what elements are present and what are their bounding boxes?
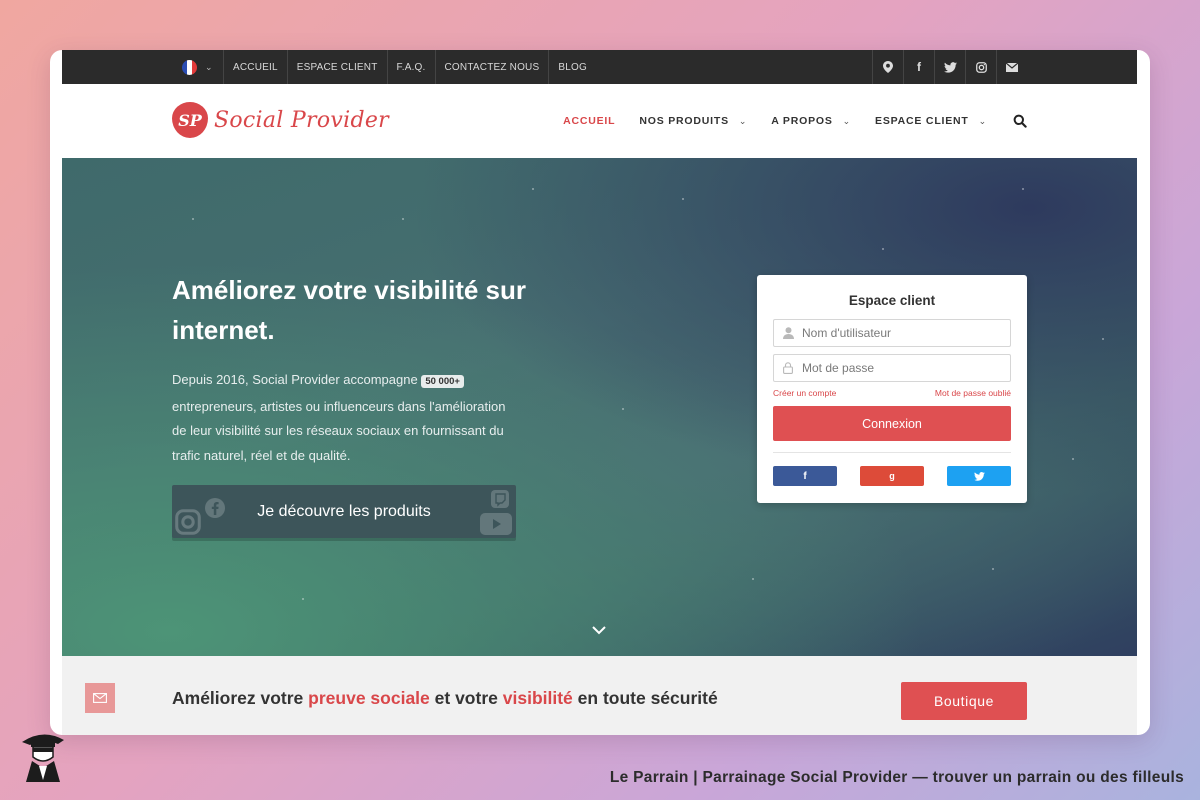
promo-message: Améliorez votre preuve sociale et votre … (172, 688, 718, 709)
france-flag-icon (182, 59, 197, 75)
password-field[interactable] (773, 354, 1011, 382)
hero-title: Améliorez votre visibilité sur internet. (172, 275, 527, 345)
toplink-accueil[interactable]: ACCUEIL (224, 50, 288, 84)
google-login-button[interactable]: g (860, 466, 924, 486)
chevron-down-icon: ⌄ (205, 61, 213, 72)
lock-icon (774, 362, 802, 374)
credit-text: Le Parrain | Parrainage Social Provider … (609, 769, 1184, 786)
promo-part1: Améliorez votre (172, 688, 304, 708)
hero-text-after: entrepreneurs, artistes ou influenceurs … (172, 398, 506, 463)
twitch-deco-icon (491, 490, 509, 508)
login-links: Créer un compte Mot de passe oublié (773, 388, 1011, 398)
cta-label: Je découvre les produits (257, 502, 431, 520)
brand-name: Social Provider (214, 107, 389, 133)
forgot-password-link[interactable]: Mot de passe oublié (935, 388, 1011, 398)
browser-window: ⌄ ACCUEIL ESPACE CLIENT F.A.Q. CONTACTEZ… (50, 50, 1150, 735)
chevron-down-icon: ⌄ (842, 115, 852, 126)
login-title: Espace client (848, 293, 936, 308)
nav-label: ESPACE CLIENT (875, 115, 969, 127)
site-header: SP Social Provider ACCUEIL NOS PRODUITS … (62, 84, 1137, 158)
instagram-deco-icon (175, 509, 201, 535)
login-divider (773, 452, 1011, 453)
toplink-blog[interactable]: BLOG (549, 50, 596, 84)
hero-section: Améliorez votre visibilité sur internet.… (62, 158, 1137, 656)
location-icon[interactable] (872, 50, 903, 84)
gangster-mascot-icon (22, 734, 64, 782)
chevron-down-icon[interactable] (591, 624, 607, 636)
promo-strip: Améliorez votre preuve sociale et votre … (62, 656, 1137, 735)
twitter-login-button[interactable] (947, 466, 1011, 486)
nav-item-espace-client[interactable]: ESPACE CLIENT ⌄ (875, 115, 987, 127)
mail-icon[interactable] (996, 50, 1027, 84)
nav-item-a-propos[interactable]: A PROPOS ⌄ (771, 115, 851, 127)
facebook-icon[interactable]: f (903, 50, 934, 84)
nav-label: NOS PRODUITS (639, 115, 729, 127)
nav-item-nos-produits[interactable]: NOS PRODUITS ⌄ (639, 115, 747, 127)
page-content: ⌄ ACCUEIL ESPACE CLIENT F.A.Q. CONTACTEZ… (62, 50, 1137, 735)
chevron-down-icon: ⌄ (978, 115, 987, 126)
hero-description: Depuis 2016, Social Provider accompagne … (172, 368, 522, 468)
discover-products-button[interactable]: Je découvre les produits (172, 485, 516, 538)
connexion-button[interactable]: Connexion (773, 406, 1011, 441)
brand-logo[interactable]: SP Social Provider (172, 102, 389, 138)
toplink-faq[interactable]: F.A.Q. (388, 50, 436, 84)
toplink-espace-client[interactable]: ESPACE CLIENT (288, 50, 388, 84)
user-icon (774, 327, 802, 339)
clients-count-badge: 50 000+ (421, 375, 464, 388)
promo-highlight-2: visibilité (502, 688, 573, 708)
hero-text-before: Depuis 2016, Social Provider accompagne (172, 372, 418, 387)
promo-part2: et votre (434, 688, 498, 708)
toplink-contact[interactable]: CONTACTEZ NOUS (436, 50, 550, 84)
promo-highlight-1: preuve sociale (308, 688, 430, 708)
search-icon[interactable] (1013, 114, 1027, 128)
top-bar: ⌄ ACCUEIL ESPACE CLIENT F.A.Q. CONTACTEZ… (62, 50, 1137, 84)
nav-label: ACCUEIL (563, 115, 616, 127)
facebook-deco-icon (205, 498, 225, 518)
youtube-deco-icon (480, 513, 512, 535)
language-selector[interactable]: ⌄ (180, 50, 224, 84)
google-icon: g (889, 471, 895, 481)
nav-label: A PROPOS (771, 115, 833, 127)
boutique-button[interactable]: Boutique (901, 682, 1027, 720)
instagram-icon[interactable] (965, 50, 996, 84)
password-input[interactable] (802, 361, 1002, 375)
login-card: Espace client Créer un compte Mot de pas… (757, 275, 1027, 503)
username-field[interactable] (773, 319, 1011, 347)
chevron-down-icon: ⌄ (738, 115, 748, 126)
twitter-icon (973, 471, 985, 481)
twitter-icon[interactable] (934, 50, 965, 84)
create-account-link[interactable]: Créer un compte (773, 388, 836, 398)
facebook-icon: f (803, 470, 807, 482)
mail-icon[interactable] (85, 683, 115, 713)
main-nav: ACCUEIL NOS PRODUITS ⌄ A PROPOS ⌄ ESPACE… (539, 84, 1027, 158)
facebook-login-button[interactable]: f (773, 466, 837, 486)
top-links: ACCUEIL ESPACE CLIENT F.A.Q. CONTACTEZ N… (224, 50, 596, 84)
top-social-icons: f (872, 50, 1027, 84)
nav-item-accueil[interactable]: ACCUEIL (563, 115, 615, 127)
username-input[interactable] (802, 326, 1002, 340)
promo-part3: en toute sécurité (577, 688, 718, 708)
logo-badge: SP (172, 102, 208, 138)
